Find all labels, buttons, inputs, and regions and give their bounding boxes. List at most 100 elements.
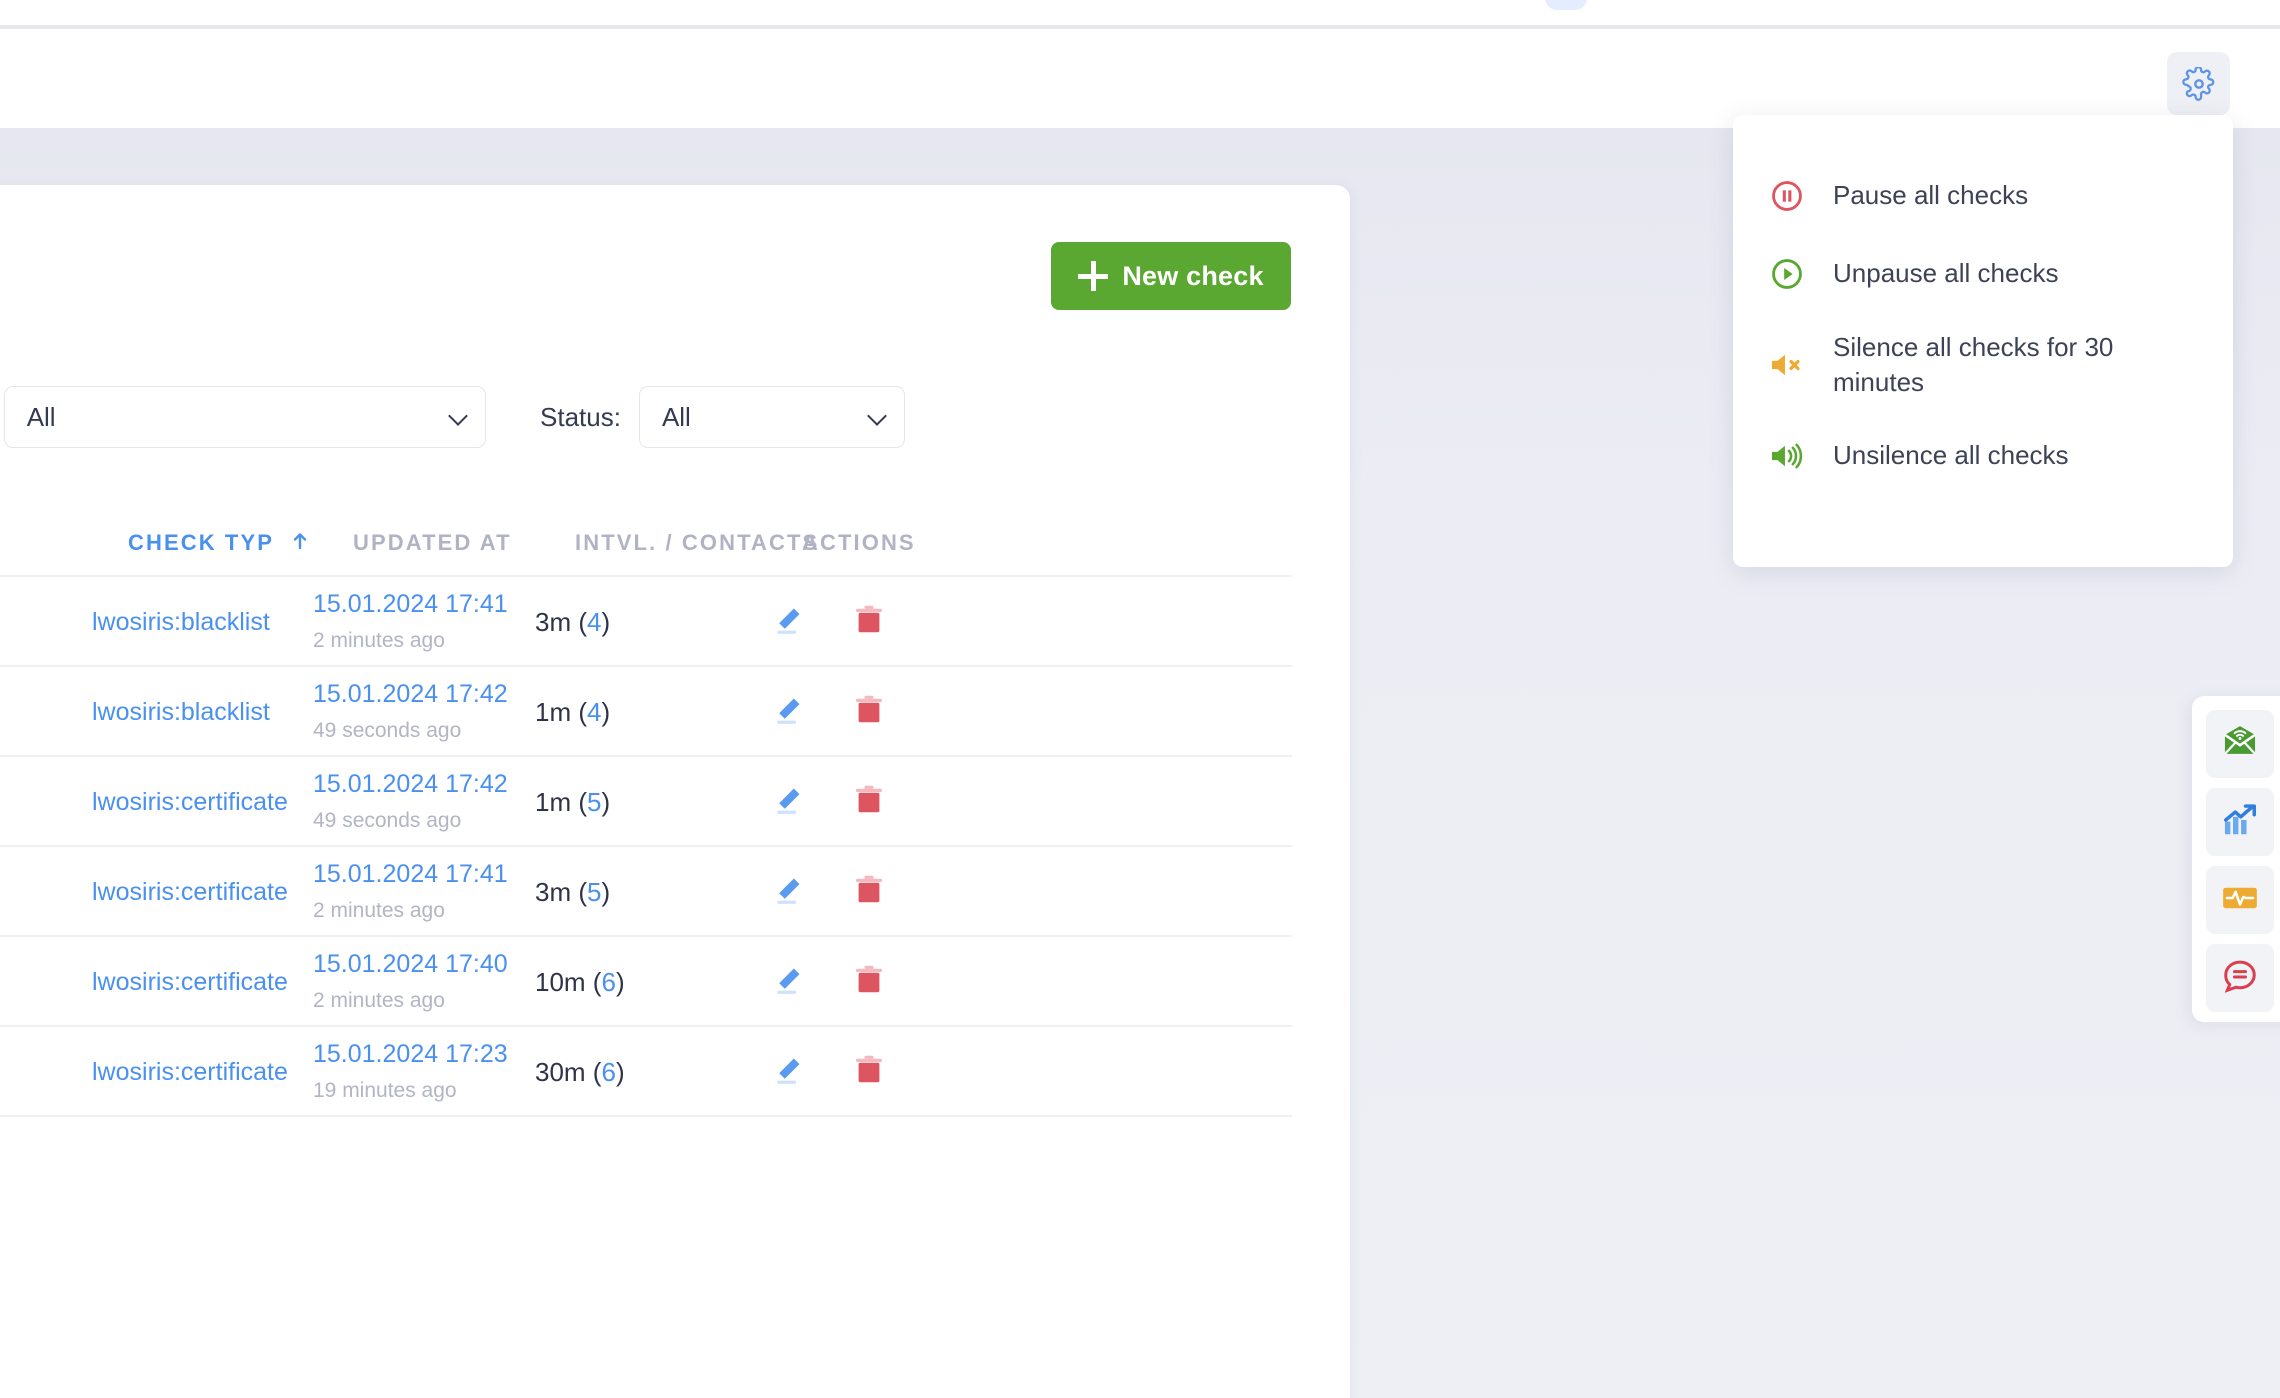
floating-action-toolbar bbox=[2192, 696, 2280, 1022]
updated-at-link[interactable]: 15.01.2024 17:23 bbox=[313, 1041, 508, 1068]
row-actions bbox=[772, 604, 884, 641]
trash-icon[interactable] bbox=[854, 1054, 884, 1091]
interval-value: 1m (4) bbox=[535, 696, 611, 727]
chart-up-icon bbox=[2221, 801, 2259, 844]
menu-item-pause-all-checks[interactable]: Pause all checks bbox=[1733, 157, 2233, 235]
chat-lines-icon bbox=[2221, 957, 2259, 1000]
updated-at-relative: 19 minutes ago bbox=[313, 1078, 457, 1102]
table-header-row: CHECK TYP UPDATED AT INTVL. / CONTACTS A… bbox=[0, 520, 1292, 577]
cell-interval-contacts: 3m (5) bbox=[535, 847, 610, 937]
fab-chat-lines[interactable] bbox=[2206, 944, 2274, 1012]
cell-actions bbox=[772, 577, 884, 667]
pencil-icon[interactable] bbox=[772, 964, 804, 1001]
updated-at-relative: 2 minutes ago bbox=[313, 898, 445, 922]
settings-dropdown-menu: Pause all checks Unpause all checks Sile… bbox=[1733, 115, 2233, 567]
updated-at-link[interactable]: 15.01.2024 17:42 bbox=[313, 681, 508, 708]
filter-label-status: Status: bbox=[540, 401, 621, 432]
updated-at-link[interactable]: 15.01.2024 17:40 bbox=[313, 951, 508, 978]
pencil-icon[interactable] bbox=[772, 1054, 804, 1091]
filter-select-hosts[interactable]: All bbox=[3, 386, 486, 448]
pencil-icon[interactable] bbox=[772, 874, 804, 911]
interval-value: 3m (5) bbox=[535, 876, 611, 907]
check-type-link[interactable]: lwosiris:blacklist bbox=[92, 608, 270, 637]
menu-item-unpause-all-checks[interactable]: Unpause all checks bbox=[1733, 235, 2233, 313]
filter-group-hosts: Hosts: All bbox=[0, 386, 486, 448]
menu-item-label: Unpause all checks bbox=[1833, 258, 2059, 289]
pencil-icon[interactable] bbox=[772, 784, 804, 821]
table-row: lwosiris:certificate 15.01.2024 17:23 19 m… bbox=[0, 1027, 1292, 1117]
cell-updated-at: 15.01.2024 17:42 49 seconds ago bbox=[313, 667, 508, 757]
menu-item-label: Silence all checks for 30 minutes bbox=[1833, 331, 2114, 397]
fab-mail-feed[interactable] bbox=[2206, 710, 2274, 778]
updated-at-link[interactable]: 15.01.2024 17:41 bbox=[313, 591, 508, 618]
gear-icon bbox=[2181, 66, 2216, 101]
check-type-link[interactable]: lwosiris:certificate bbox=[92, 878, 288, 907]
new-check-button[interactable]: New check bbox=[1051, 242, 1291, 310]
top-badge-pill bbox=[1545, 0, 1587, 10]
updated-at-relative: 49 seconds ago bbox=[313, 718, 462, 742]
cell-actions bbox=[772, 1027, 884, 1117]
speaker-on-icon bbox=[1767, 441, 1807, 471]
settings-gear-button[interactable] bbox=[2167, 52, 2230, 115]
updated-at-link[interactable]: 15.01.2024 17:41 bbox=[313, 861, 508, 888]
cell-updated-at: 15.01.2024 17:40 2 minutes ago bbox=[313, 937, 508, 1027]
contacts-count[interactable]: 4 bbox=[587, 697, 601, 727]
interval-value: 3m (4) bbox=[535, 606, 611, 637]
new-check-label: New check bbox=[1122, 260, 1264, 291]
table-row: lwosiris:blacklist 15.01.2024 17:42 49 sec… bbox=[0, 667, 1292, 757]
pencil-icon[interactable] bbox=[772, 694, 804, 731]
filter-value-status: All bbox=[661, 401, 691, 432]
cell-actions bbox=[772, 757, 884, 847]
row-actions bbox=[772, 964, 884, 1001]
trash-icon[interactable] bbox=[854, 874, 884, 911]
filter-select-status[interactable]: All bbox=[638, 386, 905, 448]
check-type-link[interactable]: lwosiris:blacklist bbox=[92, 698, 270, 727]
pencil-icon[interactable] bbox=[772, 604, 804, 641]
trash-icon[interactable] bbox=[854, 694, 884, 731]
updated-at-link[interactable]: 15.01.2024 17:42 bbox=[313, 771, 508, 798]
cell-updated-at: 15.01.2024 17:42 49 seconds ago bbox=[313, 757, 508, 847]
trash-icon[interactable] bbox=[854, 964, 884, 1001]
contacts-count[interactable]: 6 bbox=[601, 967, 615, 997]
column-header-updated-at[interactable]: UPDATED AT bbox=[353, 530, 512, 556]
cell-check-type: lwosiris:certificate bbox=[92, 757, 288, 847]
menu-item-unsilence-all-checks[interactable]: Unsilence all checks bbox=[1733, 417, 2233, 495]
table-row: lwosiris:certificate 15.01.2024 17:42 49 s… bbox=[0, 757, 1292, 847]
table-row: lwosiris:blacklist 15.01.2024 17:41 2 minu… bbox=[0, 577, 1292, 667]
row-actions bbox=[772, 874, 884, 911]
fab-chart-up[interactable] bbox=[2206, 788, 2274, 856]
fab-heartbeat[interactable] bbox=[2206, 866, 2274, 934]
check-type-link[interactable]: lwosiris:certificate bbox=[92, 968, 288, 997]
cell-interval-contacts: 30m (6) bbox=[535, 1027, 625, 1117]
pause-circle-icon bbox=[1767, 179, 1807, 213]
cell-check-type: lwosiris:certificate bbox=[92, 937, 288, 1027]
filter-value-hosts: All bbox=[26, 401, 56, 432]
cell-updated-at: 15.01.2024 17:41 2 minutes ago bbox=[313, 847, 508, 937]
play-circle-icon bbox=[1767, 257, 1807, 291]
row-actions bbox=[772, 1054, 884, 1091]
cell-check-type: lwosiris:certificate bbox=[92, 1027, 288, 1117]
check-type-link[interactable]: lwosiris:certificate bbox=[92, 788, 288, 817]
chevron-down-icon bbox=[447, 406, 468, 426]
contacts-count[interactable]: 6 bbox=[601, 1057, 615, 1087]
contacts-count[interactable]: 5 bbox=[587, 787, 601, 817]
filter-group-status: Status: All bbox=[540, 386, 905, 448]
column-header-check-type[interactable]: CHECK TYP bbox=[128, 530, 308, 556]
cell-updated-at: 15.01.2024 17:23 19 minutes ago bbox=[313, 1027, 508, 1117]
cell-updated-at: 15.01.2024 17:41 2 minutes ago bbox=[313, 577, 508, 667]
cell-actions bbox=[772, 937, 884, 1027]
trash-icon[interactable] bbox=[854, 604, 884, 641]
trash-icon[interactable] bbox=[854, 784, 884, 821]
mail-feed-icon bbox=[2221, 723, 2259, 766]
contacts-count[interactable]: 4 bbox=[587, 607, 601, 637]
plus-icon bbox=[1078, 261, 1109, 291]
check-type-link[interactable]: lwosiris:certificate bbox=[92, 1058, 288, 1087]
column-header-interval-contacts[interactable]: INTVL. / CONTACTS bbox=[575, 530, 819, 556]
cell-check-type: lwosiris:blacklist bbox=[92, 667, 270, 757]
contacts-count[interactable]: 5 bbox=[587, 877, 601, 907]
cell-interval-contacts: 1m (5) bbox=[535, 757, 610, 847]
cell-actions bbox=[772, 667, 884, 757]
menu-item-silence-all-checks[interactable]: Silence all checks for 30 minutes bbox=[1733, 313, 2233, 417]
menu-item-label: Pause all checks bbox=[1833, 180, 2029, 211]
speaker-mute-icon bbox=[1767, 350, 1807, 380]
